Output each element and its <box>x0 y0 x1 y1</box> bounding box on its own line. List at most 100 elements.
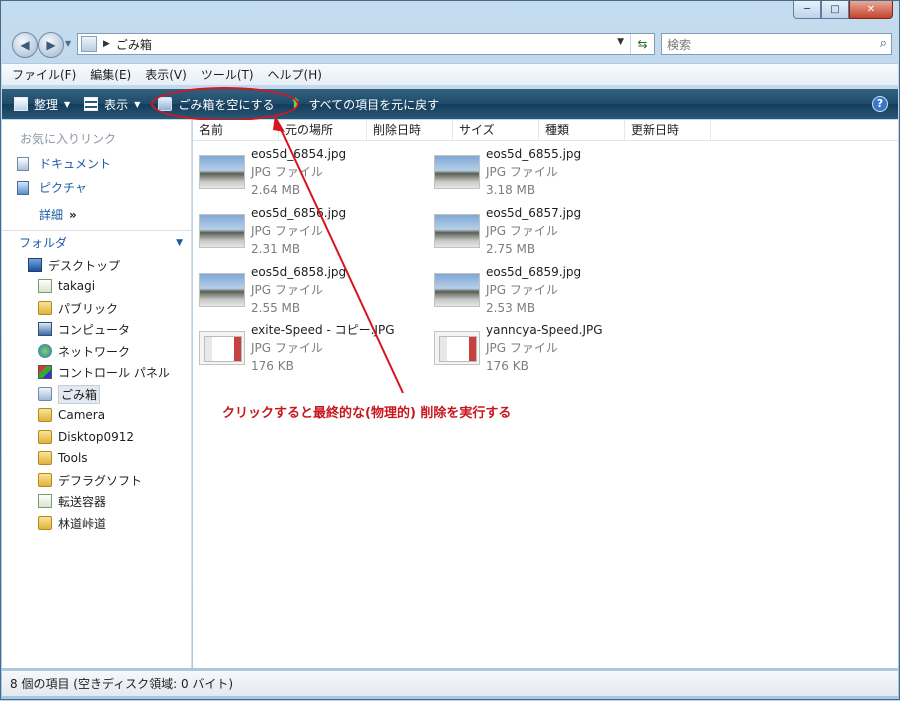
address-dropdown-icon[interactable]: ▼ <box>617 37 624 47</box>
favorite-documents[interactable]: ドキュメント <box>17 155 111 172</box>
file-name: eos5d_6856.jpg <box>251 206 347 220</box>
chevron-down-icon: ▼ <box>134 99 141 109</box>
file-item[interactable]: eos5d_6857.jpg JPG ファイル 2.75 MB <box>434 204 581 258</box>
recycle-bin-icon <box>81 36 97 52</box>
file-size: 2.53 MB <box>486 301 536 315</box>
tree-item-disktop0912[interactable]: Disktop0912 <box>38 428 134 446</box>
restore-all-button[interactable]: ⬆ すべての項目を元に戻す <box>288 96 440 113</box>
menu-help[interactable]: ヘルプ(H) <box>268 66 322 83</box>
tree-item-label: パブリック <box>58 301 119 316</box>
search-icon[interactable]: ⌕ <box>880 36 887 51</box>
tree-item-defrag[interactable]: デフラグソフト <box>38 471 142 489</box>
tree-item-label: Camera <box>58 408 106 422</box>
annotation-highlight-ellipse <box>151 87 299 121</box>
file-name: eos5d_6858.jpg <box>251 265 347 279</box>
tree-item-desktop[interactable]: デスクトップ <box>28 256 120 274</box>
menu-edit[interactable]: 編集(E) <box>90 66 131 83</box>
folder-icon <box>38 301 52 315</box>
folders-header[interactable]: フォルダ ▼ <box>2 230 191 254</box>
status-bar: 8 個の項目 (空きディスク領域: 0 バイト) <box>2 670 898 696</box>
pictures-icon <box>17 180 29 195</box>
menu-file[interactable]: ファイル(F) <box>12 66 76 83</box>
restore-all-label: すべての項目を元に戻す <box>308 97 440 112</box>
file-list-pane: 名前 元の場所 削除日時 サイズ 種類 更新日時 eos5d_6854.jpg … <box>193 120 898 668</box>
file-item[interactable]: eos5d_6859.jpg JPG ファイル 2.53 MB <box>434 263 581 317</box>
column-type[interactable]: 種類 <box>539 120 625 141</box>
tree-item-label: 転送容器 <box>58 494 107 509</box>
menu-tools[interactable]: ツール(T) <box>201 66 254 83</box>
breadcrumb-arrow-icon[interactable]: ▶ <box>103 39 110 49</box>
file-item[interactable]: eos5d_6856.jpg JPG ファイル 2.31 MB <box>199 204 346 258</box>
favorites-title: お気に入りリンク <box>20 132 117 146</box>
folders-title: フォルダ <box>19 236 68 250</box>
refresh-icon: ⇆ <box>637 37 648 51</box>
help-icon[interactable]: ? <box>872 96 888 112</box>
tree-item-camera[interactable]: Camera <box>38 406 105 424</box>
tree-item-label: デスクトップ <box>48 258 121 273</box>
menu-bar: ファイル(F) 編集(E) 表示(V) ツール(T) ヘルプ(H) <box>2 63 898 85</box>
file-name: eos5d_6855.jpg <box>486 147 582 161</box>
column-original-location[interactable]: 元の場所 <box>279 120 367 141</box>
refresh-button[interactable]: ⇆ <box>630 34 654 54</box>
file-item[interactable]: exite-Speed - コピー.JPG JPG ファイル 176 KB <box>199 321 395 375</box>
close-button[interactable]: ✕ <box>849 1 893 19</box>
organize-icon <box>14 97 28 111</box>
file-item[interactable]: yanncya-Speed.JPG JPG ファイル 176 KB <box>434 321 603 375</box>
file-size: 2.75 MB <box>486 242 536 256</box>
column-size[interactable]: サイズ <box>453 120 539 141</box>
tree-item-tools[interactable]: Tools <box>38 449 88 467</box>
tree-item-public[interactable]: パブリック <box>38 299 118 317</box>
tree-item-control-panel[interactable]: コントロール パネル <box>38 363 170 381</box>
file-type: JPG ファイル <box>486 165 558 179</box>
file-name: eos5d_6854.jpg <box>251 147 347 161</box>
column-deleted-date[interactable]: 削除日時 <box>367 120 453 141</box>
tree-item-recycle-bin[interactable]: ごみ箱 <box>38 384 101 404</box>
folder-icon <box>38 451 52 465</box>
screenshot-thumbnail <box>199 331 245 365</box>
file-item[interactable]: eos5d_6855.jpg JPG ファイル 3.18 MB <box>434 145 581 199</box>
file-type: JPG ファイル <box>251 224 323 238</box>
more-links[interactable]: 詳細 » <box>39 206 77 223</box>
file-item[interactable]: eos5d_6854.jpg JPG ファイル 2.64 MB <box>199 145 346 199</box>
organize-button[interactable]: 整理 ▼ <box>14 96 70 113</box>
screenshot-thumbnail <box>434 331 480 365</box>
tree-item-transfer[interactable]: 転送容器 <box>38 492 106 510</box>
view-button[interactable]: 表示 ▼ <box>84 96 140 113</box>
recent-pages-dropdown-icon[interactable]: ▼ <box>65 39 71 48</box>
desktop-icon <box>28 258 42 272</box>
forward-button[interactable]: ▶ <box>38 32 64 58</box>
minimize-button[interactable]: ─ <box>793 1 821 19</box>
file-type: JPG ファイル <box>486 224 558 238</box>
annotation-text: クリックすると最終的な(物理的) 削除を実行する <box>222 406 512 421</box>
chevron-right-icon: » <box>69 208 77 222</box>
folder-icon <box>38 473 52 487</box>
breadcrumb-path[interactable]: ごみ箱 <box>116 36 152 53</box>
photo-thumbnail <box>199 155 245 189</box>
more-label: 詳細 <box>39 208 64 222</box>
tree-item-label: 林道峠道 <box>58 516 107 531</box>
address-bar[interactable]: ▶ ごみ箱 ▼ ⇆ <box>77 33 655 55</box>
tree-item-computer[interactable]: コンピュータ <box>38 320 130 338</box>
explorer-window: ─ □ ✕ ◀ ▶ ▼ ▶ ごみ箱 ▼ ⇆ 検索 ⌕ ファイル(F) 編集(E)… <box>0 0 900 700</box>
menu-view[interactable]: 表示(V) <box>145 66 187 83</box>
folder-icon <box>38 516 52 530</box>
file-name: yanncya-Speed.JPG <box>486 323 603 337</box>
file-size: 2.64 MB <box>251 183 301 197</box>
back-button[interactable]: ◀ <box>12 32 38 58</box>
tree-item-label: コンピュータ <box>58 322 131 337</box>
file-size: 2.55 MB <box>251 301 301 315</box>
favorite-pictures[interactable]: ピクチャ <box>17 179 87 196</box>
tree-item-network[interactable]: ネットワーク <box>38 342 130 360</box>
view-label: 表示 <box>104 97 129 112</box>
tree-item-user[interactable]: takagi <box>38 277 95 295</box>
file-item[interactable]: eos5d_6858.jpg JPG ファイル 2.55 MB <box>199 263 346 317</box>
column-name[interactable]: 名前 <box>193 120 279 141</box>
user-folder-icon <box>38 279 52 293</box>
search-input[interactable]: 検索 ⌕ <box>661 33 892 55</box>
maximize-button[interactable]: □ <box>821 1 849 19</box>
column-modified-date[interactable]: 更新日時 <box>625 120 711 141</box>
search-placeholder: 検索 <box>667 37 692 52</box>
tree-item-forest-road[interactable]: 林道峠道 <box>38 514 106 532</box>
file-type: JPG ファイル <box>486 283 558 297</box>
view-icon <box>84 97 99 111</box>
